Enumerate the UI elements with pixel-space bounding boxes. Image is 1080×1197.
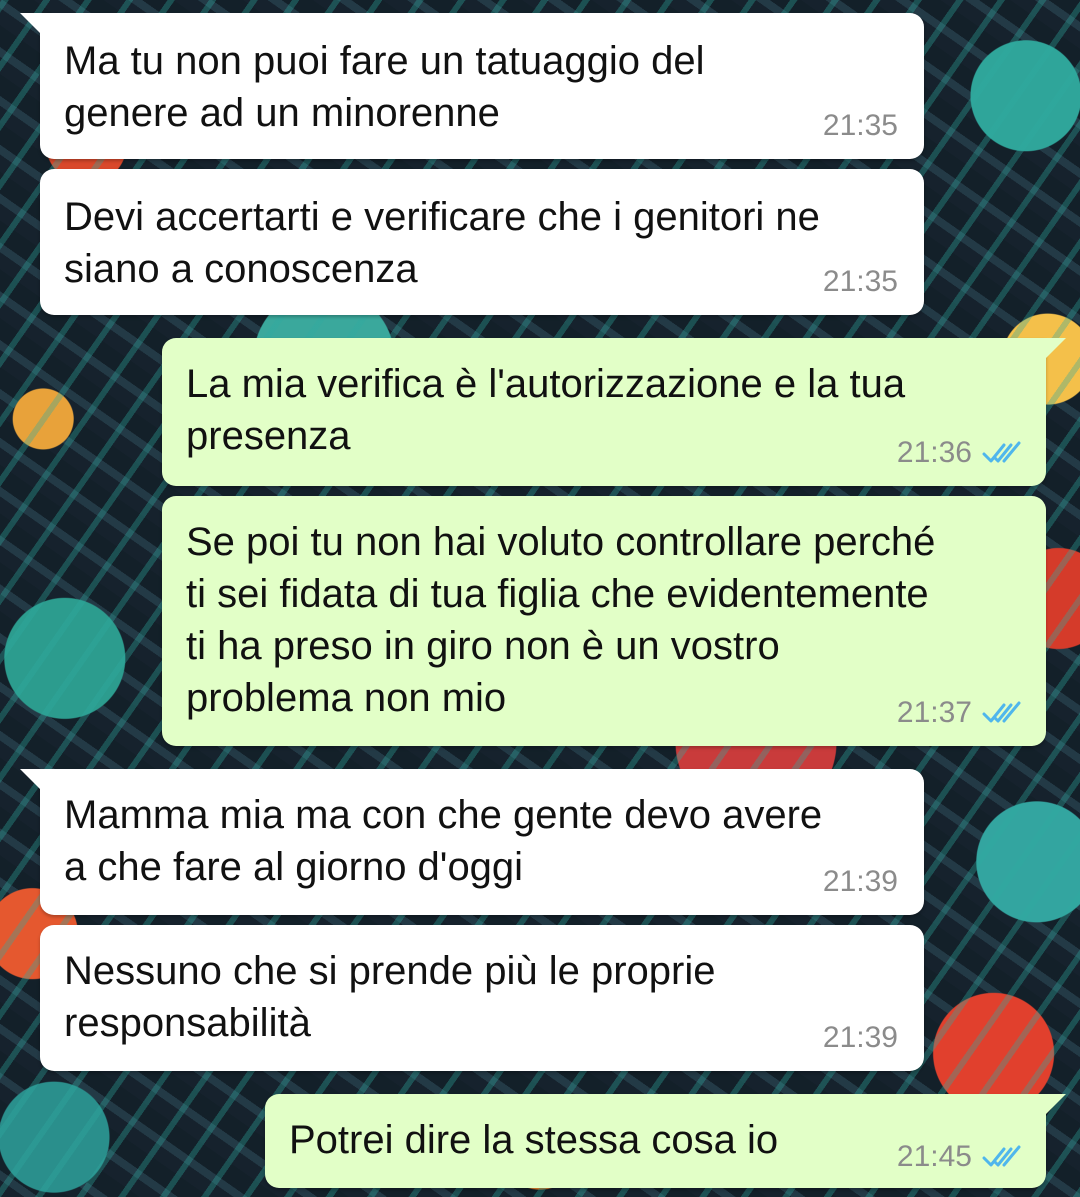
message-bubble-outgoing[interactable]: La mia verifica è l'autorizzazione e la …: [162, 338, 1066, 486]
message-timestamp: 21:39: [822, 1021, 898, 1054]
message-timestamp: 21:37: [896, 696, 972, 729]
message-timestamp: 21:35: [822, 109, 898, 142]
message-timestamp: 21:45: [896, 1140, 972, 1173]
message-bubble-incoming[interactable]: Ma tu non puoi fare un tatuaggio del gen…: [20, 13, 924, 159]
chat-message-list[interactable]: Ma tu non puoi fare un tatuaggio del gen…: [0, 0, 1080, 1197]
message-text: Mamma mia ma con che gente devo avere a …: [64, 793, 823, 889]
message-timestamp: 21:39: [822, 865, 898, 898]
message-timestamp: 21:36: [896, 436, 972, 469]
message-time: 21:35: [823, 109, 898, 143]
message-time: 21:39: [823, 865, 898, 899]
message-text: Se poi tu non hai voluto controllare per…: [186, 520, 936, 720]
double-check-read-icon: [982, 1145, 1021, 1167]
message-text: Nessuno che si prende più le proprie res…: [64, 949, 716, 1045]
message-time: 21:39: [823, 1021, 898, 1055]
message-time: 21:36: [897, 436, 1024, 470]
message-bubble-incoming[interactable]: Nessuno che si prende più le proprie res…: [40, 925, 924, 1071]
message-time: 21:37: [897, 696, 1024, 730]
message-bubble-outgoing[interactable]: Potrei dire la stessa cosa io 21:45: [265, 1094, 1066, 1188]
message-time: 21:35: [823, 265, 898, 299]
message-timestamp: 21:35: [822, 265, 898, 298]
double-check-read-icon: [982, 701, 1021, 723]
double-check-read-icon: [982, 441, 1021, 463]
message-bubble-incoming[interactable]: Devi accertarti e verificare che i genit…: [40, 169, 924, 315]
message-bubble-outgoing[interactable]: Se poi tu non hai voluto controllare per…: [162, 496, 1046, 746]
message-text: Ma tu non puoi fare un tatuaggio del gen…: [64, 39, 705, 135]
message-bubble-incoming[interactable]: Mamma mia ma con che gente devo avere a …: [20, 769, 924, 915]
message-text: Potrei dire la stessa cosa io: [289, 1118, 779, 1162]
message-text: Devi accertarti e verificare che i genit…: [64, 195, 820, 291]
message-text: La mia verifica è l'autorizzazione e la …: [186, 362, 906, 458]
message-time: 21:45: [897, 1140, 1024, 1174]
